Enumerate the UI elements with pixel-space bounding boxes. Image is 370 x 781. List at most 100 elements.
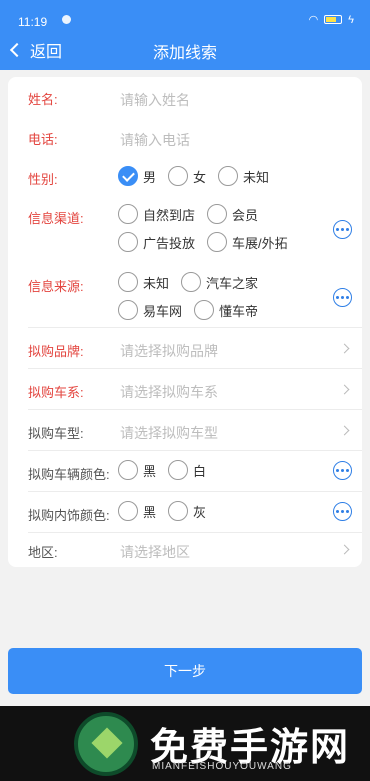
radio-icon [181,272,201,292]
option-label: 自然到店 [143,207,196,223]
option-label: 易车网 [143,303,183,319]
more-icon-dot [336,296,339,299]
channel-option-ads[interactable]: 广告投放 [118,232,195,252]
more-icon-dot [346,469,349,472]
radio-icon [207,232,227,252]
interior-color-row: 拟购内饰颜色: 黑 灰 [8,492,362,532]
app-header: 11:19 ◠ ϟ 返回 添加线索 [0,0,370,70]
option-label: 男 [143,169,157,185]
page-title: 添加线索 [152,45,217,62]
chevron-right-icon [339,544,350,555]
option-label: 广告投放 [143,235,196,251]
gender-label: 性别: [28,172,58,187]
option-label: 懂车帝 [219,303,259,319]
option-label: 黑 [143,463,157,479]
source-option-dongchedi[interactable]: 懂车帝 [194,300,258,320]
radio-icon [168,166,188,186]
option-label: 白 [193,463,207,479]
channel-label: 信息渠道: [28,211,84,226]
channel-option-autoshow[interactable]: 车展/外拓 [207,232,288,252]
gender-option-female[interactable]: 女 [168,166,206,186]
interior-color-option-black[interactable]: 黑 [118,501,156,521]
phone-input[interactable]: 请输入电话 [120,130,190,150]
brand-label: 拟购品牌: [28,344,84,359]
checked-radio-icon [118,166,138,186]
radio-icon [194,300,214,320]
model-select[interactable]: 请选择拟购车型 [120,423,218,443]
source-label: 信息来源: [28,279,84,294]
interior-color-more-button[interactable] [333,502,352,521]
exterior-color-option-white[interactable]: 白 [168,460,206,480]
source-option-bitauto[interactable]: 易车网 [118,300,182,320]
more-icon-dot [346,228,349,231]
status-time: 11:19 [18,15,48,29]
more-icon-dot [341,296,344,299]
radio-icon [168,501,188,521]
channel-more-button[interactable] [333,220,352,239]
notification-icon [62,15,71,24]
source-option-autohome[interactable]: 汽车之家 [181,272,258,292]
radio-icon [118,300,138,320]
more-icon-dot [341,510,344,513]
chevron-right-icon [339,384,350,395]
battery-icon [324,15,343,24]
exterior-color-row: 拟购车辆颜色: 黑 白 [8,451,362,491]
radio-icon [207,204,227,224]
channel-row: 信息渠道: 自然到店 会员 广告投放 车展/外拓 [8,201,362,259]
option-label: 未知 [143,275,170,291]
series-row[interactable]: 拟购车系: 请选择拟购车系 [8,369,362,409]
source-more-button[interactable] [333,288,352,307]
interior-color-option-gray[interactable]: 灰 [168,501,206,521]
source-option-unknown[interactable]: 未知 [118,272,169,292]
model-row[interactable]: 拟购车型: 请选择拟购车型 [8,410,362,450]
more-icon-dot [346,296,349,299]
interior-color-label: 拟购内饰颜色: [28,508,110,523]
watermark-subtitle: MIANFEISHOUYOUWANG [152,761,292,772]
channel-option-member[interactable]: 会员 [207,204,258,224]
gender-option-unknown[interactable]: 未知 [218,166,269,186]
wifi-icon: ◠ [308,14,319,26]
chevron-right-icon [339,343,350,354]
option-label: 女 [193,169,207,185]
radio-icon [118,272,138,292]
series-select[interactable]: 请选择拟购车系 [120,382,218,402]
exterior-color-label: 拟购车辆颜色: [28,467,110,482]
exterior-color-option-black[interactable]: 黑 [118,460,156,480]
option-label: 会员 [232,207,259,223]
watermark-logo [74,712,138,776]
brand-row[interactable]: 拟购品牌: 请选择拟购品牌 [8,328,362,368]
form-card: 姓名: 请输入姓名 电话: 请输入电话 性别: 男 女 未知 信息渠道: 自然到… [8,77,362,567]
region-label: 地区: [28,545,58,560]
gender-option-male[interactable]: 男 [118,166,156,186]
charging-icon: ϟ [348,13,354,26]
channel-option-walk-in[interactable]: 自然到店 [118,204,195,224]
phone-row: 电话: 请输入电话 [8,117,362,157]
next-step-button[interactable]: 下一步 [8,648,362,694]
watermark-banner: 免费手游网 MIANFEISHOUYOUWANG [0,706,370,781]
exterior-color-more-button[interactable] [333,461,352,480]
brand-select[interactable]: 请选择拟购品牌 [120,341,218,361]
radio-icon [118,460,138,480]
more-icon-dot [341,228,344,231]
radio-icon [218,166,238,186]
name-input[interactable]: 请输入姓名 [120,90,190,110]
name-label: 姓名: [28,92,58,107]
status-bar: 11:19 ◠ ϟ [0,0,370,40]
more-icon-dot [336,228,339,231]
status-icons: ◠ ϟ [308,13,354,27]
phone-label: 电话: [28,132,58,147]
name-row: 姓名: 请输入姓名 [8,77,362,117]
more-icon-dot [346,510,349,513]
model-label: 拟购车型: [28,426,84,441]
source-row: 信息来源: 未知 汽车之家 易车网 懂车帝 [8,269,362,327]
radio-icon [118,204,138,224]
option-label: 黑 [143,504,157,520]
more-icon-dot [341,469,344,472]
gender-row: 性别: 男 女 未知 [8,159,362,195]
radio-icon [168,460,188,480]
region-select[interactable]: 请选择地区 [120,542,190,562]
region-row[interactable]: 地区: 请选择地区 [8,533,362,567]
option-label: 汽车之家 [206,275,259,291]
option-label: 车展/外拓 [232,235,288,251]
radio-icon [118,501,138,521]
